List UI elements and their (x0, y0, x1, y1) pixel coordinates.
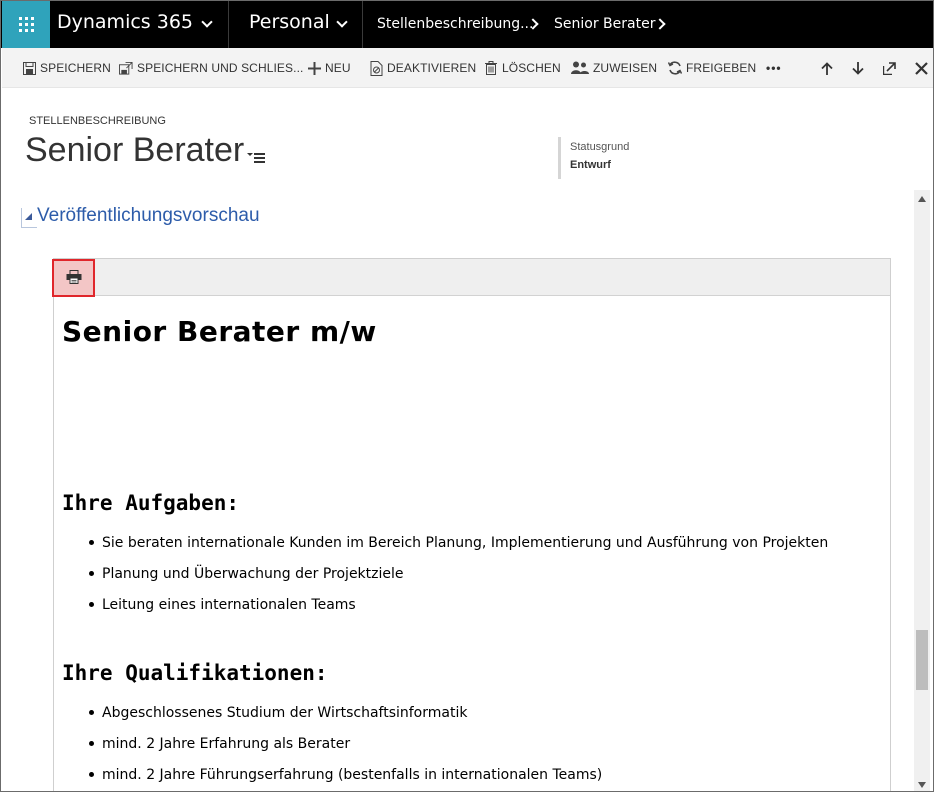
share-button[interactable]: FREIGEBEN (668, 60, 756, 76)
section-title[interactable]: Veröffentlichungsvorschau (37, 205, 260, 227)
status-reason-label: Statusgrund (570, 141, 630, 153)
deactivate-button[interactable]: DEAKTIVIEREN (369, 60, 476, 76)
deactivate-icon (369, 60, 383, 76)
qualifications-list: Abgeschlossenes Studium der Wirtschaftsi… (62, 703, 602, 791)
status-reason-value: Entwurf (570, 159, 611, 171)
people-icon (571, 61, 589, 75)
list-item: Sie beraten internationale Kunden im Ber… (62, 533, 828, 564)
share-label: FREIGEBEN (686, 61, 757, 75)
scroll-up-arrow-icon[interactable] (918, 196, 926, 202)
close-icon[interactable] (912, 59, 930, 77)
new-label: NEU (325, 61, 351, 75)
nav-divider (228, 1, 229, 48)
tasks-heading: Ihre Aufgaben: (62, 491, 240, 515)
print-button[interactable] (52, 259, 95, 297)
tasks-list: Sie beraten internationale Kunden im Ber… (62, 533, 828, 626)
app-name[interactable]: Dynamics 365 (57, 11, 193, 33)
plus-icon (307, 61, 321, 75)
printer-icon (66, 269, 82, 288)
scroll-thumb[interactable] (916, 630, 928, 690)
breadcrumb-entity[interactable]: Stellenbeschreibung... (377, 16, 533, 32)
top-nav-bar: Dynamics 365 Personal Stellenbeschreibun… (1, 1, 933, 48)
section-collapse-icon[interactable] (21, 208, 37, 228)
deactivate-label: DEAKTIVIEREN (387, 61, 477, 75)
breadcrumb-record[interactable]: Senior Berater (554, 16, 655, 32)
trash-icon (484, 61, 498, 75)
list-item: mind. 2 Jahre Führungserfahrung (bestenf… (62, 765, 602, 791)
list-item: Planung und Überwachung der Projektziele (62, 564, 828, 595)
preview-toolbar (52, 259, 890, 297)
form-selector-icon[interactable] (246, 149, 266, 165)
nav-divider (362, 1, 363, 48)
qualifications-heading: Ihre Qualifikationen: (62, 661, 328, 685)
command-bar: SPEICHERN SPEICHERN UND SCHLIES... NEU D… (2, 48, 933, 88)
area-chevron-down-icon[interactable] (336, 16, 348, 28)
list-item: Leitung eines internationalen Teams (62, 595, 828, 626)
share-icon (668, 61, 682, 75)
more-commands-button[interactable]: ••• (766, 60, 782, 76)
page-scrollbar[interactable] (914, 190, 930, 791)
app-launcher-icon[interactable] (2, 1, 50, 48)
list-item: mind. 2 Jahre Erfahrung als Berater (62, 734, 602, 765)
app-window: Dynamics 365 Personal Stellenbeschreibun… (0, 0, 934, 792)
save-button[interactable]: SPEICHERN (22, 60, 111, 76)
assign-button[interactable]: ZUWEISEN (571, 60, 657, 76)
list-item: Abgeschlossenes Studium der Wirtschaftsi… (62, 703, 602, 734)
entity-label: STELLENBESCHREIBUNG (29, 115, 166, 127)
delete-button[interactable]: LÖSCHEN (484, 60, 561, 76)
save-icon (22, 61, 36, 75)
arrow-down-icon[interactable] (849, 59, 867, 77)
new-button[interactable]: NEU (307, 60, 351, 76)
status-reason-field: Statusgrund Entwurf (558, 137, 629, 179)
publication-preview: Senior Berater m/w Ihre Aufgaben: Sie be… (52, 258, 891, 791)
breadcrumb-chevron-right-icon[interactable] (654, 18, 666, 30)
app-chevron-down-icon[interactable] (201, 16, 213, 28)
document-title: Senior Berater m/w (62, 315, 377, 348)
scroll-down-arrow-icon[interactable] (918, 782, 926, 788)
record-title: Senior Berater (25, 131, 245, 169)
save-close-icon (119, 61, 133, 75)
pop-out-icon[interactable] (880, 59, 898, 77)
more-label: ••• (766, 61, 782, 75)
assign-label: ZUWEISEN (593, 61, 658, 75)
save-and-close-button[interactable]: SPEICHERN UND SCHLIES... (119, 60, 303, 76)
delete-label: LÖSCHEN (502, 61, 561, 75)
save-close-label: SPEICHERN UND SCHLIES... (137, 61, 304, 75)
save-label: SPEICHERN (40, 61, 111, 75)
area-switcher[interactable]: Personal (249, 11, 330, 33)
arrow-up-icon[interactable] (818, 59, 836, 77)
